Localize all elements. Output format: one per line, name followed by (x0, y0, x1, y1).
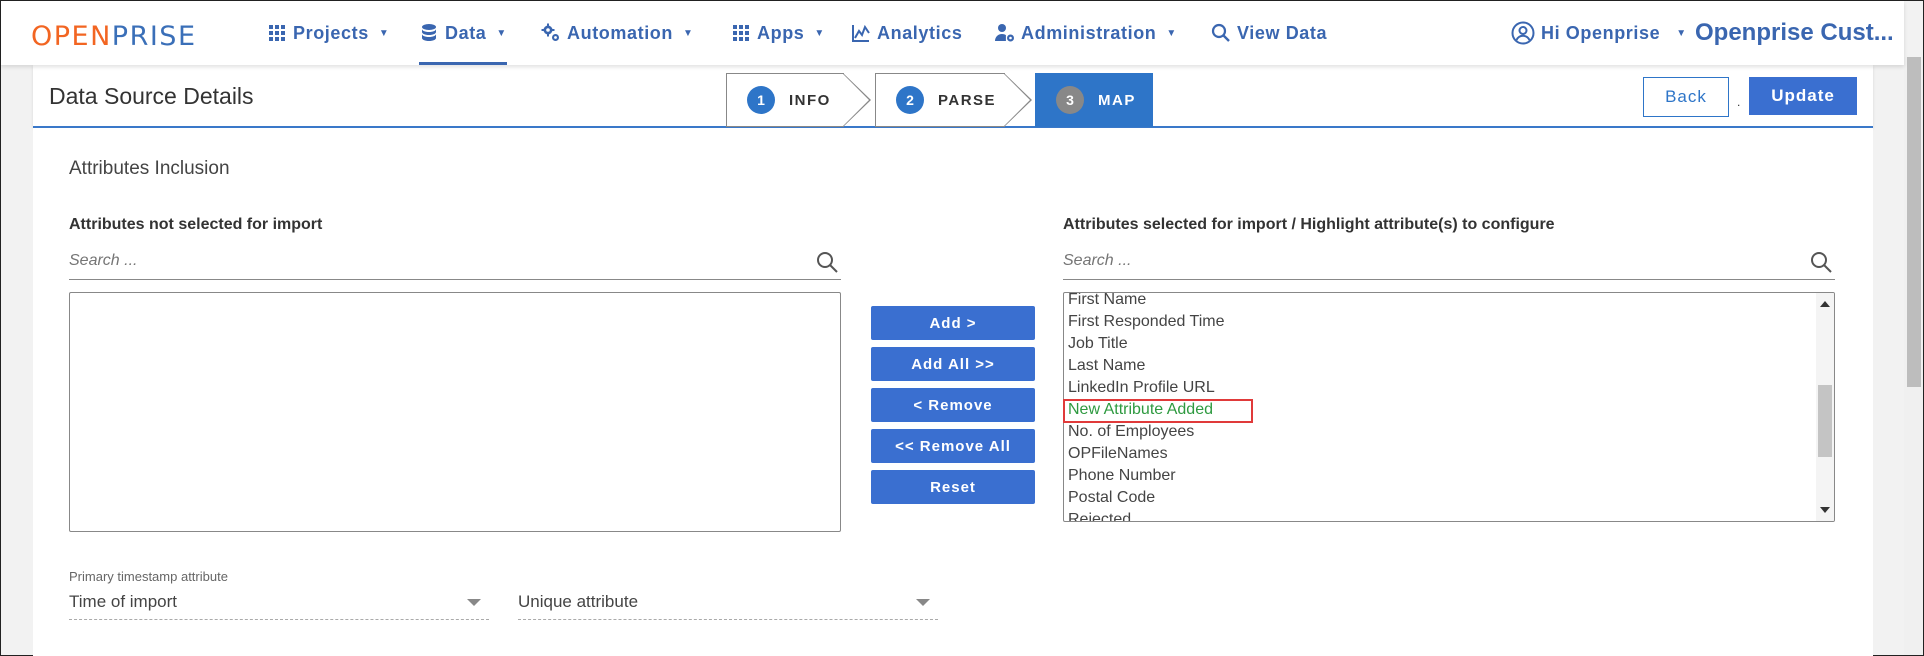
page-title: Data Source Details (49, 83, 254, 109)
list-item[interactable]: Job Title (1068, 333, 1814, 355)
line-chart-icon (852, 24, 870, 42)
separator: . (1737, 95, 1741, 109)
nav-view-data-label: View Data (1237, 22, 1328, 43)
primary-timestamp-select[interactable]: Time of import (69, 584, 489, 620)
attributes-inclusion-card: Attributes Inclusion Attributes not sele… (33, 128, 1873, 656)
list-item[interactable]: LinkedIn Profile URL (1068, 377, 1814, 399)
list-item[interactable]: Rejected (1068, 509, 1814, 521)
add-all-button[interactable]: Add All >> (871, 347, 1035, 381)
scroll-down-icon[interactable] (1820, 507, 1830, 513)
primary-timestamp-value: Time of import (69, 591, 178, 611)
chevron-down-icon: ▼ (1676, 27, 1687, 39)
remove-all-button[interactable]: << Remove All (871, 429, 1035, 463)
search-icon[interactable] (815, 250, 839, 274)
list-item[interactable]: First Name (1068, 293, 1814, 311)
page-scrollbar-thumb[interactable] (1907, 57, 1921, 387)
list-item[interactable]: Phone Number (1068, 465, 1814, 487)
search-icon (1211, 23, 1230, 42)
chevron-down-icon (916, 599, 930, 606)
step-parse[interactable]: 2 PARSE (875, 73, 1032, 127)
database-icon (422, 24, 436, 41)
search-icon[interactable] (1809, 250, 1833, 274)
page-scrollbar[interactable] (1904, 57, 1923, 655)
nav-data[interactable]: Data ▼ (419, 1, 507, 65)
list-item[interactable]: OPFileNames (1068, 443, 1814, 465)
nav-administration-label: Administration (1021, 22, 1157, 43)
unselected-attributes-list[interactable] (69, 292, 841, 532)
list-item[interactable]: No. of Employees (1068, 421, 1814, 443)
nav-view-data[interactable]: View Data (1211, 1, 1327, 65)
left-search-input[interactable] (69, 242, 841, 279)
right-panel-label: Attributes selected for import / Highlig… (1063, 216, 1555, 233)
chevron-down-icon (467, 599, 481, 606)
left-panel-label: Attributes not selected for import (69, 216, 323, 233)
user-greeting: Hi Openprise (1541, 22, 1661, 43)
primary-timestamp-label: Primary timestamp attribute (69, 569, 228, 584)
grid-icon (269, 25, 285, 41)
unique-attribute-select[interactable]: Unique attribute (518, 584, 938, 620)
remove-button[interactable]: < Remove (871, 388, 1035, 422)
back-button[interactable]: Back (1643, 77, 1729, 117)
highlight-annotation-box (1063, 399, 1253, 423)
list-scrollbar[interactable] (1816, 293, 1834, 521)
step-number: 3 (1056, 86, 1084, 114)
user-circle-icon (1511, 21, 1535, 45)
chevron-down-icon: ▼ (1166, 27, 1177, 39)
list-item[interactable]: First Responded Time (1068, 311, 1814, 333)
right-search (1063, 242, 1835, 280)
top-nav: OPENPRISE Projects ▼ Data ▼ Automation ▼… (1, 1, 1904, 65)
user-cog-icon (995, 24, 1014, 42)
step-label: PARSE (938, 91, 997, 109)
reset-button[interactable]: Reset (871, 470, 1035, 504)
nav-projects-label: Projects (293, 22, 369, 43)
unique-attribute-value: Unique attribute (518, 591, 639, 611)
step-map[interactable]: 3 MAP (1035, 73, 1153, 127)
nav-projects[interactable]: Projects ▼ (267, 1, 389, 65)
nav-automation[interactable]: Automation ▼ (541, 1, 693, 65)
chevron-down-icon: ▼ (378, 27, 390, 39)
chevron-down-icon: ▼ (496, 27, 507, 39)
list-item[interactable]: Postal Code (1068, 487, 1814, 509)
add-button[interactable]: Add > (871, 306, 1035, 340)
left-search (69, 242, 841, 280)
update-button[interactable]: Update (1749, 77, 1857, 115)
step-label: INFO (789, 91, 831, 109)
nav-analytics[interactable]: Analytics (851, 1, 962, 65)
scroll-up-icon[interactable] (1820, 301, 1830, 307)
header-card: Data Source Details 1 INFO 2 PARSE 3 MAP… (33, 65, 1873, 128)
step-number: 1 (747, 86, 775, 114)
nav-apps-label: Apps (757, 22, 805, 43)
chevron-down-icon: ▼ (814, 27, 825, 39)
gears-icon (541, 23, 559, 41)
right-search-input[interactable] (1063, 242, 1835, 279)
section-title: Attributes Inclusion (69, 158, 230, 179)
openprise-logo[interactable]: OPENPRISE (31, 21, 197, 52)
chevron-down-icon: ▼ (682, 27, 694, 39)
nav-analytics-label: Analytics (877, 22, 963, 43)
nav-data-label: Data (445, 22, 487, 43)
grid-icon (733, 25, 749, 41)
step-label: MAP (1098, 91, 1136, 109)
step-info[interactable]: 1 INFO (726, 73, 871, 127)
step-number: 2 (896, 86, 924, 114)
user-menu[interactable]: Hi Openprise ▼ (1511, 1, 1687, 65)
list-item[interactable]: Last Name (1068, 355, 1814, 377)
customer-name[interactable]: Openprise Cust... (1695, 19, 1894, 47)
nav-administration[interactable]: Administration ▼ (995, 1, 1177, 65)
scrollbar-thumb[interactable] (1818, 385, 1832, 457)
nav-apps[interactable]: Apps ▼ (731, 1, 825, 65)
nav-automation-label: Automation (567, 22, 673, 43)
